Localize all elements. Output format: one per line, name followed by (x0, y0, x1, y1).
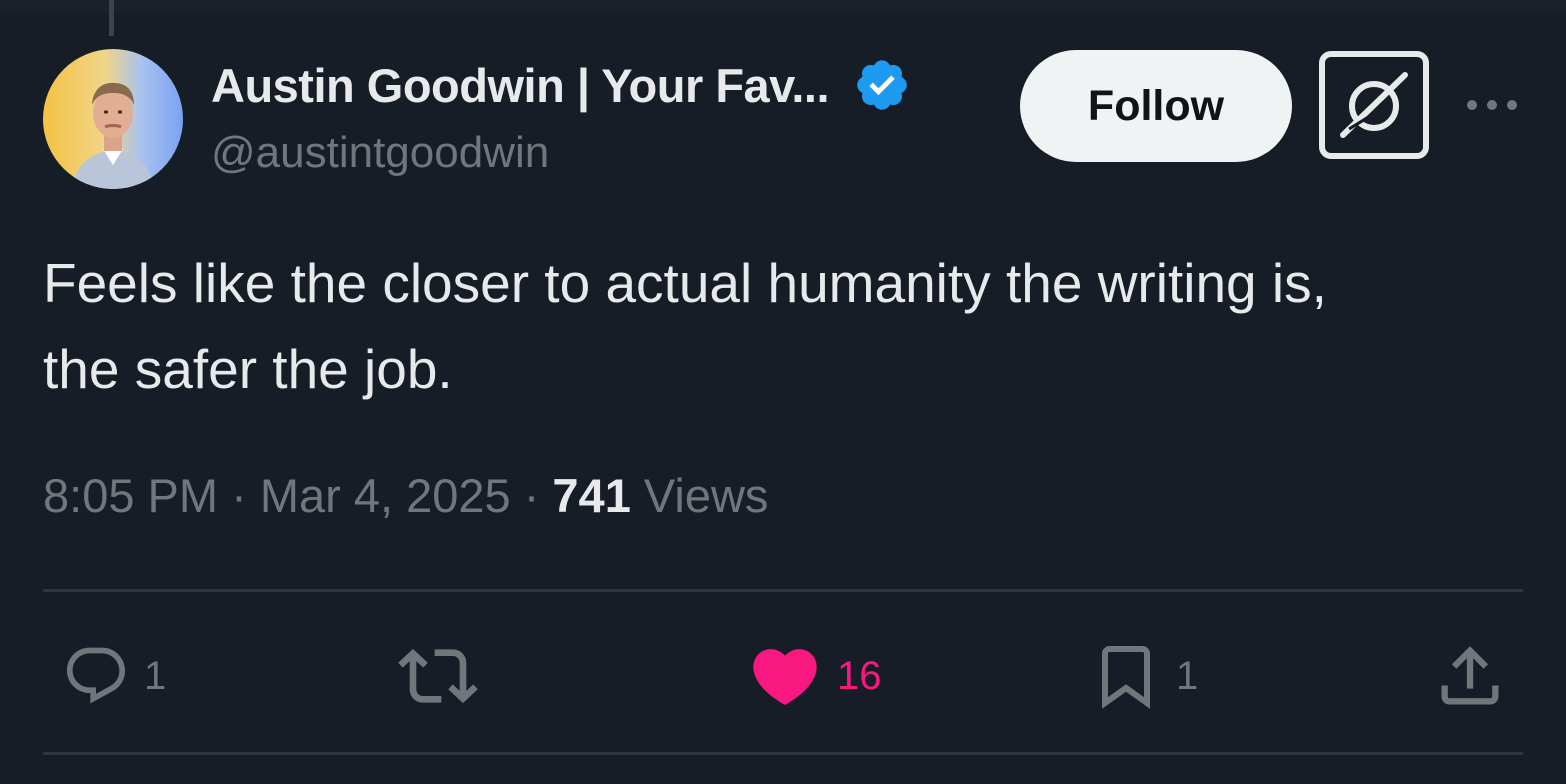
top-band (0, 0, 1566, 12)
divider (43, 589, 1523, 592)
like-count: 16 (837, 653, 882, 698)
post-meta: 8:05 PM · Mar 4, 2025 · 741 Views (43, 468, 768, 523)
post-text-line: Feels like the closer to actual humanity… (43, 252, 1327, 314)
views-count: 741 (552, 469, 631, 522)
post-time[interactable]: 8:05 PM (43, 469, 218, 522)
share-icon (1432, 638, 1508, 714)
reply-count: 1 (144, 653, 167, 698)
meta-separator: · (523, 469, 540, 522)
views-label: Views (643, 469, 769, 522)
post-text: Feels like the closer to actual humanity… (43, 240, 1523, 412)
avatar[interactable] (43, 49, 183, 189)
verified-badge-icon[interactable] (853, 56, 911, 114)
author-name-row: Austin Goodwin | Your Fav... (211, 55, 911, 115)
like-button[interactable]: 16 (747, 636, 882, 716)
bookmark-button[interactable]: 1 (1090, 636, 1198, 716)
author-handle[interactable]: @austintgoodwin (211, 128, 549, 178)
grok-icon[interactable] (1319, 51, 1429, 159)
post-text-line: the safer the job. (43, 338, 453, 400)
follow-button[interactable]: Follow (1020, 50, 1292, 162)
meta-separator: · (231, 469, 247, 522)
bookmark-icon (1090, 640, 1162, 712)
repost-icon (398, 636, 478, 716)
post-date[interactable]: Mar 4, 2025 (260, 469, 511, 522)
divider (43, 752, 1523, 755)
reply-button[interactable]: 1 (62, 636, 166, 716)
share-button[interactable] (1432, 636, 1508, 716)
author-display-name[interactable]: Austin Goodwin | Your Fav... (211, 58, 830, 113)
more-icon[interactable] (1462, 90, 1522, 120)
heart-icon (747, 638, 823, 714)
bookmark-count: 1 (1176, 653, 1199, 698)
reply-icon (62, 642, 130, 710)
repost-button[interactable] (398, 636, 492, 716)
thread-connector-line (109, 0, 114, 36)
